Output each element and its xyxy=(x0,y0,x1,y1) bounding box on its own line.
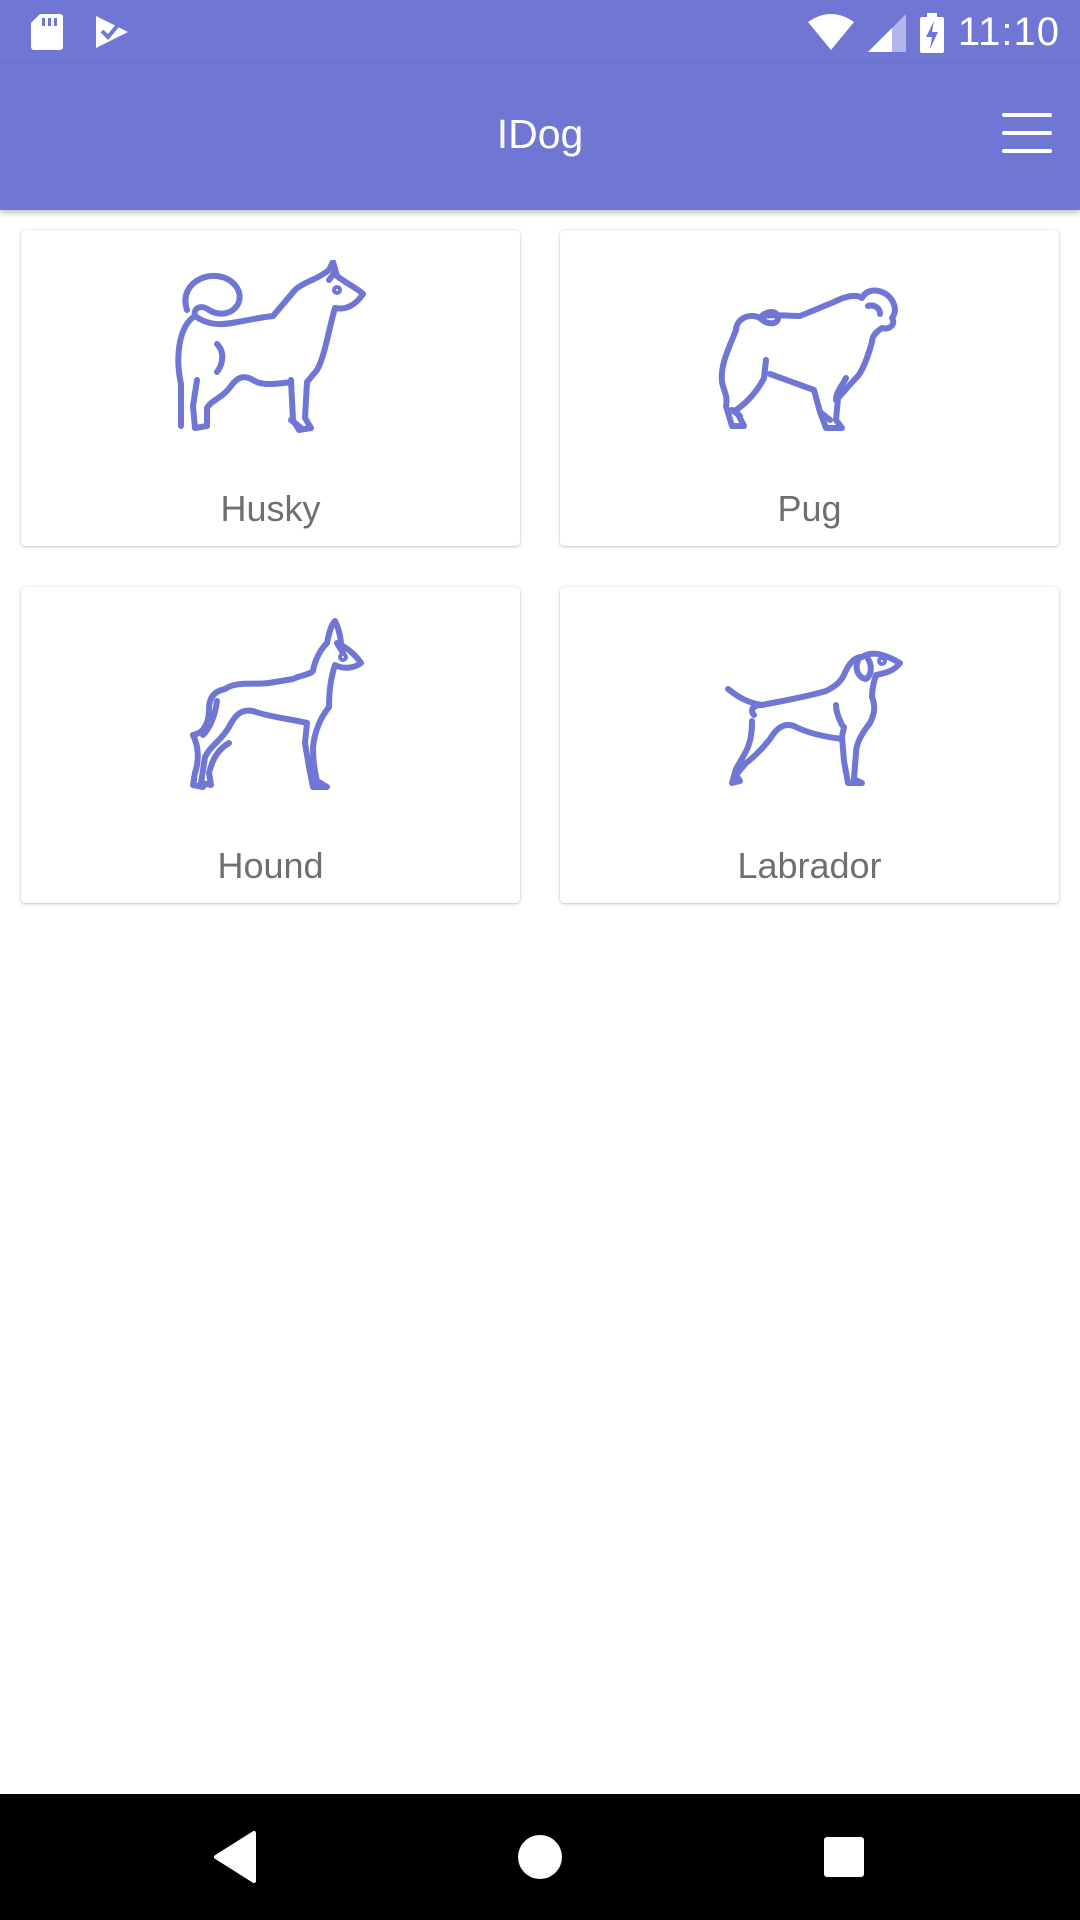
home-icon[interactable] xyxy=(510,1827,570,1887)
menu-line xyxy=(1002,131,1052,135)
app-bar: IDog xyxy=(0,63,1080,210)
back-icon[interactable] xyxy=(206,1827,266,1887)
battery-charging-icon xyxy=(919,12,944,53)
breed-card-pug[interactable]: Pug xyxy=(560,230,1059,546)
status-bar-left xyxy=(30,13,130,51)
navigation-bar xyxy=(0,1794,1080,1920)
status-time: 11:10 xyxy=(957,10,1060,54)
breed-label: Labrador xyxy=(737,845,882,886)
pug-dog-icon xyxy=(718,287,898,431)
breed-label: Husky xyxy=(220,488,321,529)
status-bar-right: 11:10 xyxy=(807,10,1060,55)
hound-dog-icon xyxy=(190,618,364,790)
task-check-icon xyxy=(96,16,128,48)
breed-card-labrador[interactable]: Labrador xyxy=(560,587,1059,903)
labrador-dog-icon xyxy=(725,650,903,786)
wifi-icon xyxy=(807,13,854,50)
menu-line xyxy=(1002,149,1052,153)
breed-card-hound[interactable]: Hound xyxy=(21,587,520,903)
breed-label: Hound xyxy=(217,845,324,886)
recents-icon[interactable] xyxy=(814,1827,874,1887)
husky-dog-icon xyxy=(175,260,366,433)
status-bar: 11:10 xyxy=(0,0,1080,63)
menu-line xyxy=(1002,113,1052,117)
breed-label: Pug xyxy=(777,488,842,529)
app-title: IDog xyxy=(496,111,584,157)
sd-card-icon xyxy=(31,14,63,50)
signal-icon xyxy=(867,13,906,52)
breed-card-husky[interactable]: Husky xyxy=(21,230,520,546)
hamburger-menu-icon[interactable] xyxy=(1002,113,1052,153)
